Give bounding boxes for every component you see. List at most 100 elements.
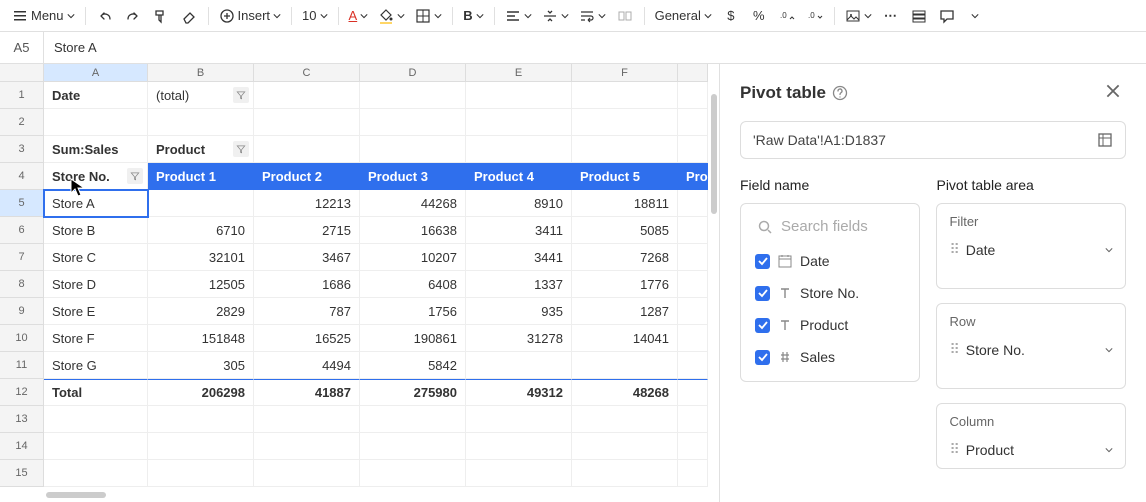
cell[interactable] — [572, 109, 678, 136]
cell[interactable]: 48268 — [572, 379, 678, 406]
row-header[interactable]: 6 — [0, 217, 44, 244]
cell-selected[interactable]: Store A — [44, 190, 148, 217]
cell[interactable]: 190861 — [360, 325, 466, 352]
filter-area[interactable]: Filter ⠿Date — [936, 203, 1126, 289]
cell[interactable]: 787 — [254, 298, 360, 325]
cell[interactable] — [466, 406, 572, 433]
font-size-control[interactable]: 10 — [298, 3, 331, 29]
undo-button[interactable] — [92, 3, 118, 29]
col-header-c[interactable]: C — [254, 64, 360, 82]
insert-button[interactable]: Insert — [215, 3, 286, 29]
column-area[interactable]: Column ⠿Product — [936, 403, 1126, 469]
cell[interactable]: 41887 — [254, 379, 360, 406]
cell[interactable] — [44, 109, 148, 136]
cell[interactable]: Product 2 — [254, 163, 360, 190]
cell[interactable]: Total — [44, 379, 148, 406]
cell[interactable]: 16525 — [254, 325, 360, 352]
cell[interactable]: Product — [148, 136, 254, 163]
row-header[interactable]: 8 — [0, 271, 44, 298]
cell[interactable] — [148, 190, 254, 217]
cell[interactable] — [148, 109, 254, 136]
cell[interactable]: 3441 — [466, 244, 572, 271]
col-header-e[interactable]: E — [466, 64, 572, 82]
row-area[interactable]: Row ⠿Store No. — [936, 303, 1126, 389]
cell[interactable]: Product 5 — [572, 163, 678, 190]
cell[interactable]: 305 — [148, 352, 254, 379]
cell[interactable] — [360, 109, 466, 136]
cell[interactable] — [466, 82, 572, 109]
cell[interactable] — [466, 136, 572, 163]
name-box[interactable]: A5 — [0, 32, 44, 63]
cell[interactable] — [572, 433, 678, 460]
cell[interactable]: Store No. — [44, 163, 148, 190]
cell[interactable] — [678, 217, 708, 244]
cell[interactable]: 8910 — [466, 190, 572, 217]
decrease-decimal-button[interactable]: .0 — [802, 3, 828, 29]
row-header[interactable]: 4 — [0, 163, 44, 190]
cell[interactable] — [466, 352, 572, 379]
row-header[interactable]: 1 — [0, 82, 44, 109]
cell[interactable]: Store C — [44, 244, 148, 271]
h-align-button[interactable] — [501, 3, 536, 29]
field-item-store[interactable]: Store No. — [749, 277, 911, 309]
merge-button[interactable] — [612, 3, 638, 29]
cell[interactable] — [44, 406, 148, 433]
cell[interactable] — [148, 433, 254, 460]
cell[interactable]: Product 4 — [466, 163, 572, 190]
cell[interactable]: Sum:Sales — [44, 136, 148, 163]
row-header[interactable]: 3 — [0, 136, 44, 163]
cell[interactable] — [466, 460, 572, 487]
cell[interactable]: Product 3 — [360, 163, 466, 190]
row-header[interactable]: 13 — [0, 406, 44, 433]
more-button[interactable]: ⋯ — [878, 3, 904, 29]
cell[interactable]: Store E — [44, 298, 148, 325]
cell[interactable]: 2715 — [254, 217, 360, 244]
filter-icon[interactable] — [127, 168, 143, 184]
cell[interactable]: Product 1 — [148, 163, 254, 190]
number-format-button[interactable]: General — [651, 3, 716, 29]
row-header[interactable]: 11 — [0, 352, 44, 379]
cell[interactable] — [678, 325, 708, 352]
cell[interactable]: 6710 — [148, 217, 254, 244]
cell[interactable]: 275980 — [360, 379, 466, 406]
cell[interactable]: Store G — [44, 352, 148, 379]
cell[interactable] — [572, 460, 678, 487]
cell[interactable] — [678, 406, 708, 433]
cell[interactable] — [678, 136, 708, 163]
cell[interactable]: 6408 — [360, 271, 466, 298]
cell[interactable]: (total) — [148, 82, 254, 109]
cond-format-button[interactable] — [906, 3, 932, 29]
percent-button[interactable]: % — [746, 3, 772, 29]
cell[interactable] — [148, 406, 254, 433]
col-header-d[interactable]: D — [360, 64, 466, 82]
cell[interactable]: 7268 — [572, 244, 678, 271]
cell[interactable] — [254, 109, 360, 136]
row-item-store[interactable]: ⠿Store No. — [937, 333, 1125, 368]
cell[interactable] — [360, 82, 466, 109]
cell[interactable]: Store D — [44, 271, 148, 298]
menu-button[interactable]: Menu — [8, 3, 79, 29]
cell[interactable]: 3467 — [254, 244, 360, 271]
filter-icon[interactable] — [233, 87, 249, 103]
cell[interactable]: 1756 — [360, 298, 466, 325]
cell[interactable] — [678, 352, 708, 379]
cell[interactable]: Date — [44, 82, 148, 109]
cell[interactable] — [678, 190, 708, 217]
cell[interactable] — [254, 82, 360, 109]
cell[interactable] — [466, 433, 572, 460]
cell[interactable] — [360, 460, 466, 487]
cell[interactable]: 1287 — [572, 298, 678, 325]
v-align-button[interactable] — [538, 3, 573, 29]
cell[interactable]: 1686 — [254, 271, 360, 298]
vertical-scrollbar[interactable] — [711, 94, 717, 214]
cell[interactable]: 5085 — [572, 217, 678, 244]
cell[interactable]: 1337 — [466, 271, 572, 298]
row-header[interactable]: 9 — [0, 298, 44, 325]
cell[interactable]: 12213 — [254, 190, 360, 217]
font-color-button[interactable]: A — [345, 3, 373, 29]
fill-color-button[interactable] — [374, 3, 409, 29]
row-header[interactable]: 10 — [0, 325, 44, 352]
cell[interactable] — [466, 109, 572, 136]
cell[interactable] — [148, 460, 254, 487]
field-item-product[interactable]: Product — [749, 309, 911, 341]
